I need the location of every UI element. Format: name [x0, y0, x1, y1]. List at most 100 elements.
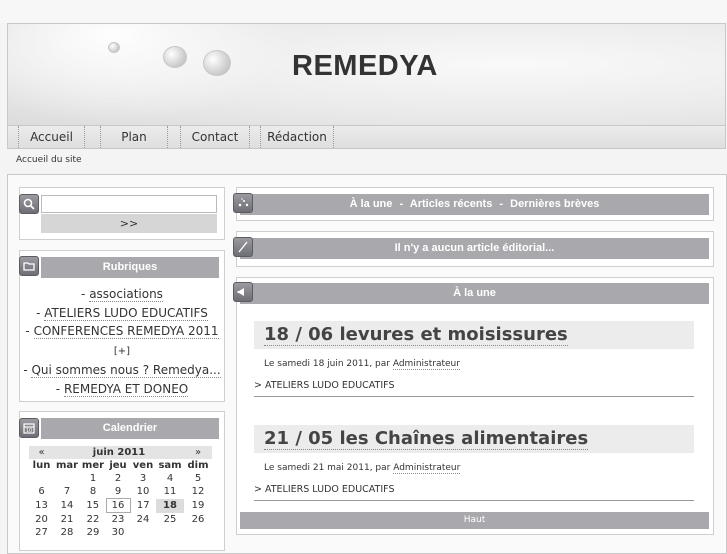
- calendar-day: 5: [194, 473, 202, 484]
- weekday-label: dim: [187, 460, 209, 471]
- folder-icon: [19, 256, 39, 276]
- editorial-bar: Il n'y a aucun article éditorial...: [240, 238, 709, 259]
- list-item: - ATELIERS LUDO EDUCATIFS: [36, 305, 208, 321]
- tab-a-la-une[interactable]: À la une: [350, 198, 393, 210]
- rubriques-list: - associations - ATELIERS LUDO EDUCATIFS…: [20, 285, 224, 398]
- article-divider: [254, 500, 694, 501]
- search-input[interactable]: [41, 195, 217, 213]
- calendar-prev-button[interactable]: «: [29, 446, 54, 459]
- main-nav: Accueil Plan Contact Rédaction: [7, 125, 726, 149]
- weekday-label: mer: [81, 460, 105, 471]
- calendar-day: [29, 472, 54, 485]
- search-icon: [19, 194, 39, 214]
- nav-plan[interactable]: Plan: [100, 126, 168, 148]
- article-title-bar: 21 / 05 les Chaînes alimentaires: [254, 425, 694, 453]
- article-date: Le samedi 21 mai 2011, par: [264, 463, 394, 473]
- calendar-day: 4: [166, 473, 174, 484]
- calendar-day: 12: [191, 486, 205, 498]
- sparkle-icon: [233, 193, 253, 213]
- calendar-day: 29: [86, 527, 100, 538]
- svg-text:10: 10: [26, 428, 32, 434]
- calendar-day: 27: [35, 527, 48, 538]
- tab-separator: -: [399, 198, 404, 210]
- une-box: [236, 277, 714, 535]
- rubrique-link[interactable]: associations: [89, 287, 163, 302]
- calendar-day: 23: [111, 514, 125, 525]
- calendar-day: 20: [35, 513, 48, 525]
- article-title-bar: 18 / 06 levures et moisissures: [254, 321, 694, 349]
- calendar-day: 6: [38, 486, 45, 498]
- calendar-day: 24: [136, 513, 150, 525]
- list-item: - Qui sommes nous ? Remedya...: [23, 363, 221, 378]
- article-author-link[interactable]: Administrateur: [393, 463, 461, 474]
- calendar-day: 22: [86, 513, 100, 525]
- megaphone-icon: [233, 282, 253, 302]
- calendar-day-link[interactable]: 18: [156, 498, 184, 513]
- weekday-label: mar: [55, 460, 79, 471]
- calendar-next-button[interactable]: »: [184, 446, 212, 459]
- calendar-month: juin 2011: [54, 446, 184, 459]
- calendar-day: 7: [63, 486, 71, 498]
- weekday-label: sam: [158, 460, 182, 471]
- calendar-day: 15: [86, 500, 100, 511]
- calendar-day: 1: [89, 473, 97, 484]
- calendar-day: 21: [60, 513, 74, 525]
- calendar-day-today: 16: [105, 498, 131, 513]
- article-title-link[interactable]: 18 / 06 levures et moisissures: [264, 324, 568, 346]
- calendar-day: 8: [89, 486, 97, 498]
- article-category-link[interactable]: > ATELIERS LUDO EDUCATIFS: [254, 484, 394, 495]
- header-decoration: [8, 24, 328, 125]
- expand-toggle[interactable]: [+]: [114, 346, 130, 357]
- nav-redaction[interactable]: Rédaction: [260, 126, 334, 148]
- weekday-label: jeu: [109, 460, 127, 471]
- calendar-day: [156, 526, 184, 539]
- calendar-day: 17: [136, 500, 150, 511]
- weekday-label: ven: [132, 460, 154, 471]
- article-meta: Le samedi 21 mai 2011, par Administrateu…: [264, 463, 461, 474]
- calendar-day: 3: [139, 473, 147, 484]
- article-author-link[interactable]: Administrateur: [392, 359, 460, 370]
- calendar-day: [54, 472, 80, 485]
- article-title-link[interactable]: 21 / 05 les Chaînes alimentaires: [264, 428, 589, 450]
- list-item: - REMEDYA ET DONEO: [55, 381, 189, 397]
- nav-contact[interactable]: Contact: [180, 126, 250, 148]
- calendar-icon: 10: [19, 418, 39, 438]
- top-strip: [0, 0, 727, 23]
- list-item: - associations: [81, 287, 163, 302]
- calendar-day: 13: [35, 500, 48, 511]
- article-date: Le samedi 18 juin 2011, par: [264, 359, 393, 369]
- calendar-title: Calendrier: [41, 418, 219, 439]
- calendar-day: 28: [60, 527, 74, 538]
- calendar-day: 11: [163, 486, 177, 498]
- pen-icon: [233, 237, 253, 257]
- calendar-day: [130, 526, 156, 539]
- rubrique-link[interactable]: CONFERENCES REMEDYA 2011: [33, 324, 219, 339]
- tabs-bar: À la une - Articles récents - Dernières …: [240, 194, 709, 215]
- site-title[interactable]: REMEDYA: [292, 50, 438, 83]
- calendar-day: 26: [191, 513, 205, 525]
- tab-dernieres-breves[interactable]: Dernières brèves: [510, 198, 599, 210]
- weekday-label: lun: [32, 460, 51, 471]
- rubrique-link[interactable]: Qui sommes nous ? Remedya...: [31, 363, 221, 378]
- site-header: REMEDYA: [7, 23, 726, 125]
- une-title: À la une: [240, 283, 709, 304]
- calendar-day: 14: [60, 500, 74, 511]
- header-bubble: [108, 42, 120, 53]
- calendar-table: « juin 2011 » lun mar mer jeu ven sam di…: [29, 446, 212, 539]
- tab-articles-recents[interactable]: Articles récents: [410, 198, 493, 210]
- nav-accueil[interactable]: Accueil: [18, 126, 85, 148]
- rubriques-title: Rubriques: [41, 257, 219, 278]
- calendar-day: [184, 526, 212, 539]
- breadcrumb[interactable]: Accueil du site: [16, 155, 82, 165]
- rubrique-link[interactable]: ATELIERS LUDO EDUCATIFS: [44, 305, 208, 321]
- header-bubble: [163, 46, 187, 68]
- article-divider: [254, 396, 694, 397]
- calendar-day: 30: [111, 527, 125, 538]
- search-button[interactable]: >>: [41, 214, 217, 233]
- calendar-day: 10: [136, 486, 150, 498]
- calendar-day: 19: [191, 500, 205, 511]
- article-meta: Le samedi 18 juin 2011, par Administrate…: [264, 359, 460, 370]
- rubrique-link[interactable]: REMEDYA ET DONEO: [63, 381, 189, 397]
- back-to-top-link[interactable]: Haut: [240, 512, 709, 529]
- article-category-link[interactable]: > ATELIERS LUDO EDUCATIFS: [254, 380, 394, 391]
